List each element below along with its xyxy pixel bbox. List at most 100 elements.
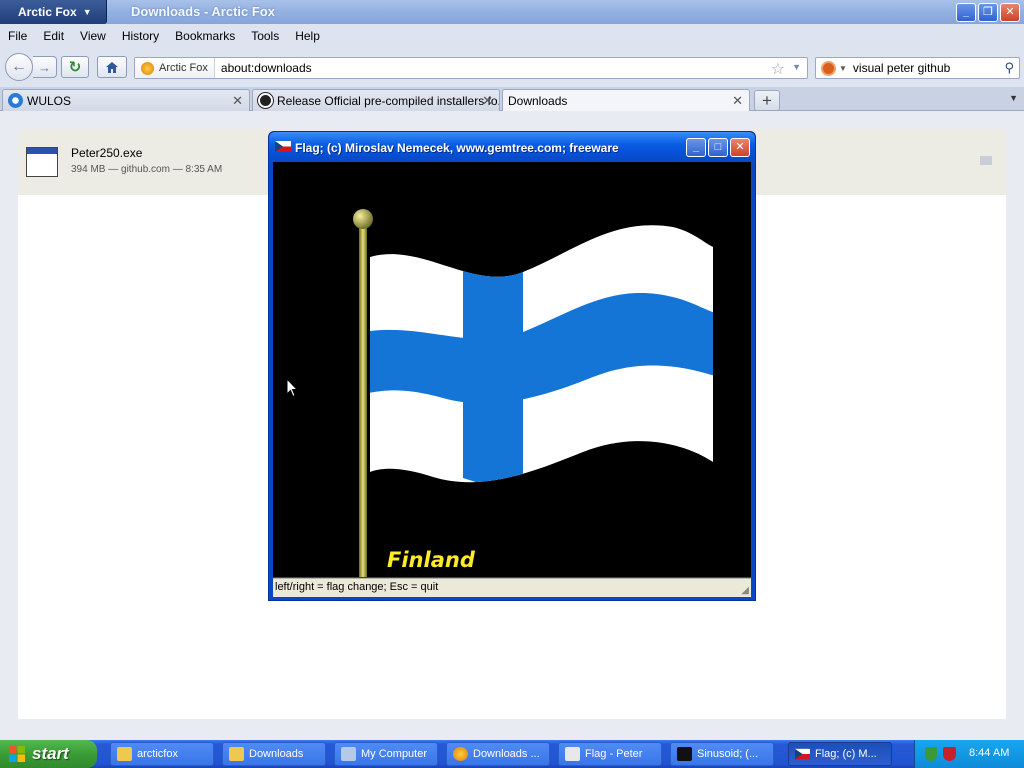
search-bar[interactable]: ▼ visual peter github ⚲ <box>815 57 1020 79</box>
task-my-computer[interactable]: My Computer <box>334 742 438 766</box>
reload-button[interactable]: ↻ <box>61 56 89 78</box>
waving-flag-graphic <box>353 209 713 577</box>
task-label: Flag - Peter <box>585 748 643 760</box>
menu-bar: File Edit View History Bookmarks Tools H… <box>0 24 1024 47</box>
task-downloads-folder[interactable]: Downloads <box>222 742 326 766</box>
magnifier-icon[interactable]: ⚲ <box>1004 60 1014 76</box>
flag-pole <box>359 222 367 577</box>
browser-title-bar: Arctic Fox ▼ Downloads - Arctic Fox _ ❐ … <box>0 0 1024 24</box>
czech-flag-icon <box>275 141 291 152</box>
wulos-favicon-icon <box>8 93 23 108</box>
tab-downloads[interactable]: Downloads ✕ <box>502 89 750 112</box>
minimize-icon: _ <box>692 141 700 153</box>
tab-wulos[interactable]: WULOS ✕ <box>2 89 250 111</box>
antivirus-icon[interactable] <box>943 747 956 761</box>
close-button[interactable]: ✕ <box>1000 3 1020 22</box>
tab-label: Release Official pre-compiled installers… <box>277 93 500 108</box>
executable-file-icon <box>26 147 58 177</box>
task-sinusoid[interactable]: Sinusoid; (... <box>670 742 774 766</box>
task-downloads-browser[interactable]: Downloads ... <box>446 742 550 766</box>
menu-edit[interactable]: Edit <box>43 29 64 43</box>
minimize-button[interactable]: _ <box>956 3 976 22</box>
resize-grip-icon[interactable]: ◢ <box>741 585 749 596</box>
task-label: Downloads ... <box>473 748 540 760</box>
start-label: start <box>32 744 69 763</box>
flag-maximize-button[interactable]: □ <box>708 138 728 157</box>
engine-dropdown-icon[interactable]: ▼ <box>839 64 847 73</box>
tab-close-icon[interactable]: ✕ <box>732 93 743 109</box>
task-label: Downloads <box>249 748 304 760</box>
flag-close-button[interactable]: ✕ <box>730 138 750 157</box>
tab-close-icon[interactable]: ✕ <box>482 93 493 109</box>
arctic-fox-icon <box>453 747 468 761</box>
navigation-toolbar: ← → ↻ Arctic Fox about:downloads ☆ ▼ ▼ v… <box>0 47 1024 87</box>
url-input[interactable]: about:downloads <box>215 61 312 75</box>
task-label: arcticfox <box>137 748 178 760</box>
close-icon: ✕ <box>1005 6 1015 18</box>
menu-tools[interactable]: Tools <box>251 29 279 43</box>
arrow-right-icon: → <box>38 59 51 75</box>
window-title: Downloads - Arctic Fox <box>131 4 275 19</box>
close-icon: ✕ <box>735 141 745 153</box>
window-controls: _ ❐ ✕ <box>956 3 1020 22</box>
menu-help[interactable]: Help <box>295 29 320 43</box>
sinusoid-icon <box>677 747 692 761</box>
forward-button[interactable]: → <box>33 56 57 78</box>
search-input[interactable]: visual peter github <box>853 61 950 75</box>
security-shield-icon[interactable] <box>925 747 937 761</box>
restore-button[interactable]: ❐ <box>978 3 998 22</box>
flag-pole-knob <box>353 209 373 229</box>
clock[interactable]: 8:44 AM <box>969 747 1009 759</box>
app-button-label: Arctic Fox <box>18 5 77 19</box>
task-arcticfox[interactable]: arcticfox <box>110 742 214 766</box>
download-filename: Peter250.exe <box>71 146 143 160</box>
folder-icon <box>117 747 132 761</box>
search-engine-icon[interactable] <box>821 60 836 76</box>
arctic-fox-icon <box>141 61 154 75</box>
list-all-tabs-icon[interactable]: ▼ <box>1009 93 1018 103</box>
start-button[interactable]: start <box>0 740 97 768</box>
url-history-dropdown-icon[interactable]: ▼ <box>792 62 801 72</box>
back-button[interactable]: ← <box>5 53 33 81</box>
flag-minimize-button[interactable]: _ <box>686 138 706 157</box>
flag-status-bar: left/right = flag change; Esc = quit ◢ <box>273 578 751 597</box>
finnish-flag <box>370 225 713 483</box>
site-identity-box[interactable]: Arctic Fox <box>135 58 215 78</box>
flag-window-title: Flag; (c) Miroslav Nemecek, www.gemtree.… <box>295 141 619 155</box>
reload-icon: ↻ <box>68 59 82 76</box>
menu-file[interactable]: File <box>8 29 27 43</box>
mouse-pointer-icon <box>286 378 298 398</box>
tab-release-installers[interactable]: Release Official pre-compiled installers… <box>252 89 500 111</box>
flag-status-text: left/right = flag change; Esc = quit <box>275 581 439 593</box>
restore-icon: ❐ <box>983 6 993 18</box>
task-label: Sinusoid; (... <box>697 748 759 760</box>
home-button[interactable] <box>97 56 127 78</box>
home-icon <box>106 61 118 73</box>
open-folder-icon[interactable] <box>980 156 992 165</box>
task-flag-peter[interactable]: Flag - Peter <box>558 742 662 766</box>
menu-history[interactable]: History <box>122 29 159 43</box>
task-flag-window[interactable]: Flag; (c) M... <box>788 742 892 766</box>
tab-close-icon[interactable]: ✕ <box>232 93 243 109</box>
app-menu-button[interactable]: Arctic Fox ▼ <box>0 0 107 24</box>
flag-canvas[interactable]: Finland <box>273 162 751 577</box>
url-bar[interactable]: Arctic Fox about:downloads ☆ ▼ <box>134 57 808 79</box>
minimize-icon: _ <box>962 6 970 18</box>
taskbar: start arcticfox Downloads My Computer Do… <box>0 740 1024 768</box>
github-icon <box>258 93 273 108</box>
country-name-label: Finland <box>387 548 475 572</box>
menu-bookmarks[interactable]: Bookmarks <box>175 29 235 43</box>
menu-view[interactable]: View <box>80 29 106 43</box>
windows-logo-icon <box>9 746 25 762</box>
flag-program-window: Flag; (c) Miroslav Nemecek, www.gemtree.… <box>268 131 756 601</box>
flag-window-controls: _ □ ✕ <box>686 138 750 157</box>
bookmark-star-icon[interactable]: ☆ <box>771 59 785 79</box>
tab-label: Downloads <box>508 94 568 108</box>
computer-icon <box>341 747 356 761</box>
task-label: My Computer <box>361 748 428 760</box>
download-details: 394 MB — github.com — 8:35 AM <box>71 164 223 175</box>
tab-strip: WULOS ✕ Release Official pre-compiled in… <box>0 87 1024 112</box>
arrow-left-icon: ← <box>11 58 27 75</box>
new-tab-button[interactable]: + <box>754 90 780 111</box>
flag-window-title-bar: Flag; (c) Miroslav Nemecek, www.gemtree.… <box>269 132 755 162</box>
